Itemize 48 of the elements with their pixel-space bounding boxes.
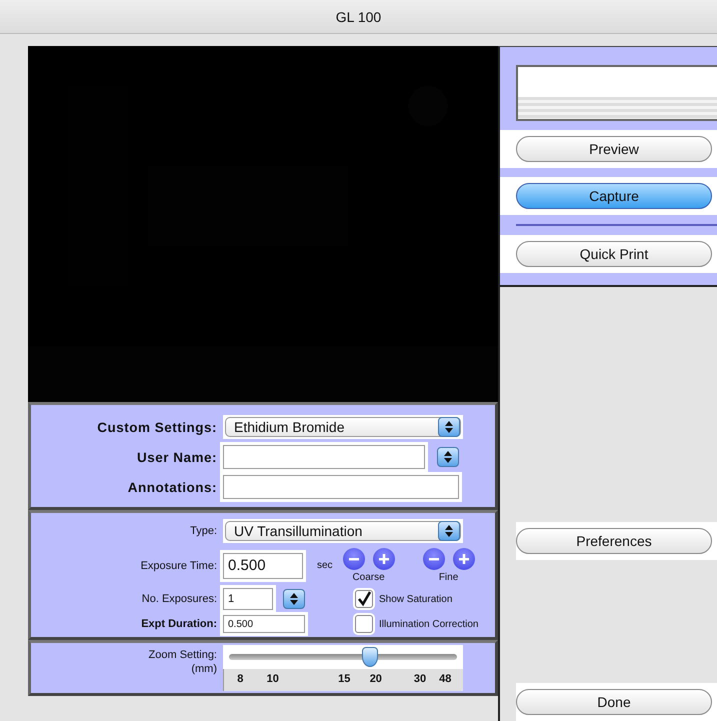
plus-icon xyxy=(458,553,470,565)
zoom-label: Zoom Setting: xyxy=(148,649,217,661)
exposures-field[interactable]: 1 xyxy=(223,588,273,610)
field-label: No. Exposures: xyxy=(140,593,217,605)
scale-tick-label: 8 xyxy=(237,673,244,685)
preferences-button[interactable]: Preferences xyxy=(516,528,712,554)
type-dropdown[interactable]: UV Transillumination xyxy=(223,519,463,543)
fine-label: Fine xyxy=(438,572,458,583)
field-label: Exposure Time: xyxy=(140,560,217,572)
stepper-arrows-icon xyxy=(445,421,453,433)
field-label: Custom Settings: xyxy=(96,420,217,434)
field-label: Annotations: xyxy=(126,480,217,494)
scale-tick-label: 20 xyxy=(370,673,382,685)
field-label: User Name: xyxy=(136,450,217,464)
minus-button[interactable] xyxy=(342,548,365,570)
unit-label: sec xyxy=(317,560,333,571)
stepper-arrows-icon xyxy=(445,525,453,537)
user-name-field[interactable] xyxy=(223,445,425,469)
exposures-stepper[interactable] xyxy=(283,589,305,609)
window-title: GL 100 xyxy=(336,8,382,24)
checkbox-label: Illumination Correction xyxy=(379,618,478,630)
action-button[interactable]: Quick Print xyxy=(516,241,712,267)
minus-button[interactable] xyxy=(422,548,445,570)
coarse-label: Coarse xyxy=(352,572,385,583)
user-name-stepper[interactable] xyxy=(437,447,459,467)
annotations-field[interactable] xyxy=(223,475,459,499)
done-button[interactable]: Done xyxy=(516,689,712,715)
scale-tick-label: 48 xyxy=(439,673,452,685)
field-label: Expt Duration: xyxy=(140,618,217,630)
checkbox[interactable] xyxy=(355,590,373,608)
plus-button[interactable] xyxy=(452,548,475,570)
custom-settings-dropdown[interactable]: Ethidium Bromide xyxy=(223,415,463,439)
plus-icon xyxy=(378,553,390,565)
slider-thumb[interactable] xyxy=(362,647,378,667)
unit-label: (mm) xyxy=(191,663,217,675)
stepper-arrows-icon xyxy=(290,593,298,605)
action-button[interactable]: Preview xyxy=(516,136,712,162)
scale-tick-label: 10 xyxy=(266,673,279,685)
field-label: Type: xyxy=(189,525,217,537)
action-button[interactable]: Capture xyxy=(516,183,712,209)
checkbox-label: Show Saturation xyxy=(379,594,452,604)
scale-tick-label: 15 xyxy=(338,673,350,685)
expt-duration-field: 0.500 xyxy=(223,615,305,633)
zoom-slider[interactable] xyxy=(223,645,463,669)
stepper-arrows-icon xyxy=(444,451,452,463)
checkbox[interactable] xyxy=(355,615,373,633)
plus-button[interactable] xyxy=(372,548,395,570)
scale-tick-label: 30 xyxy=(414,673,426,685)
